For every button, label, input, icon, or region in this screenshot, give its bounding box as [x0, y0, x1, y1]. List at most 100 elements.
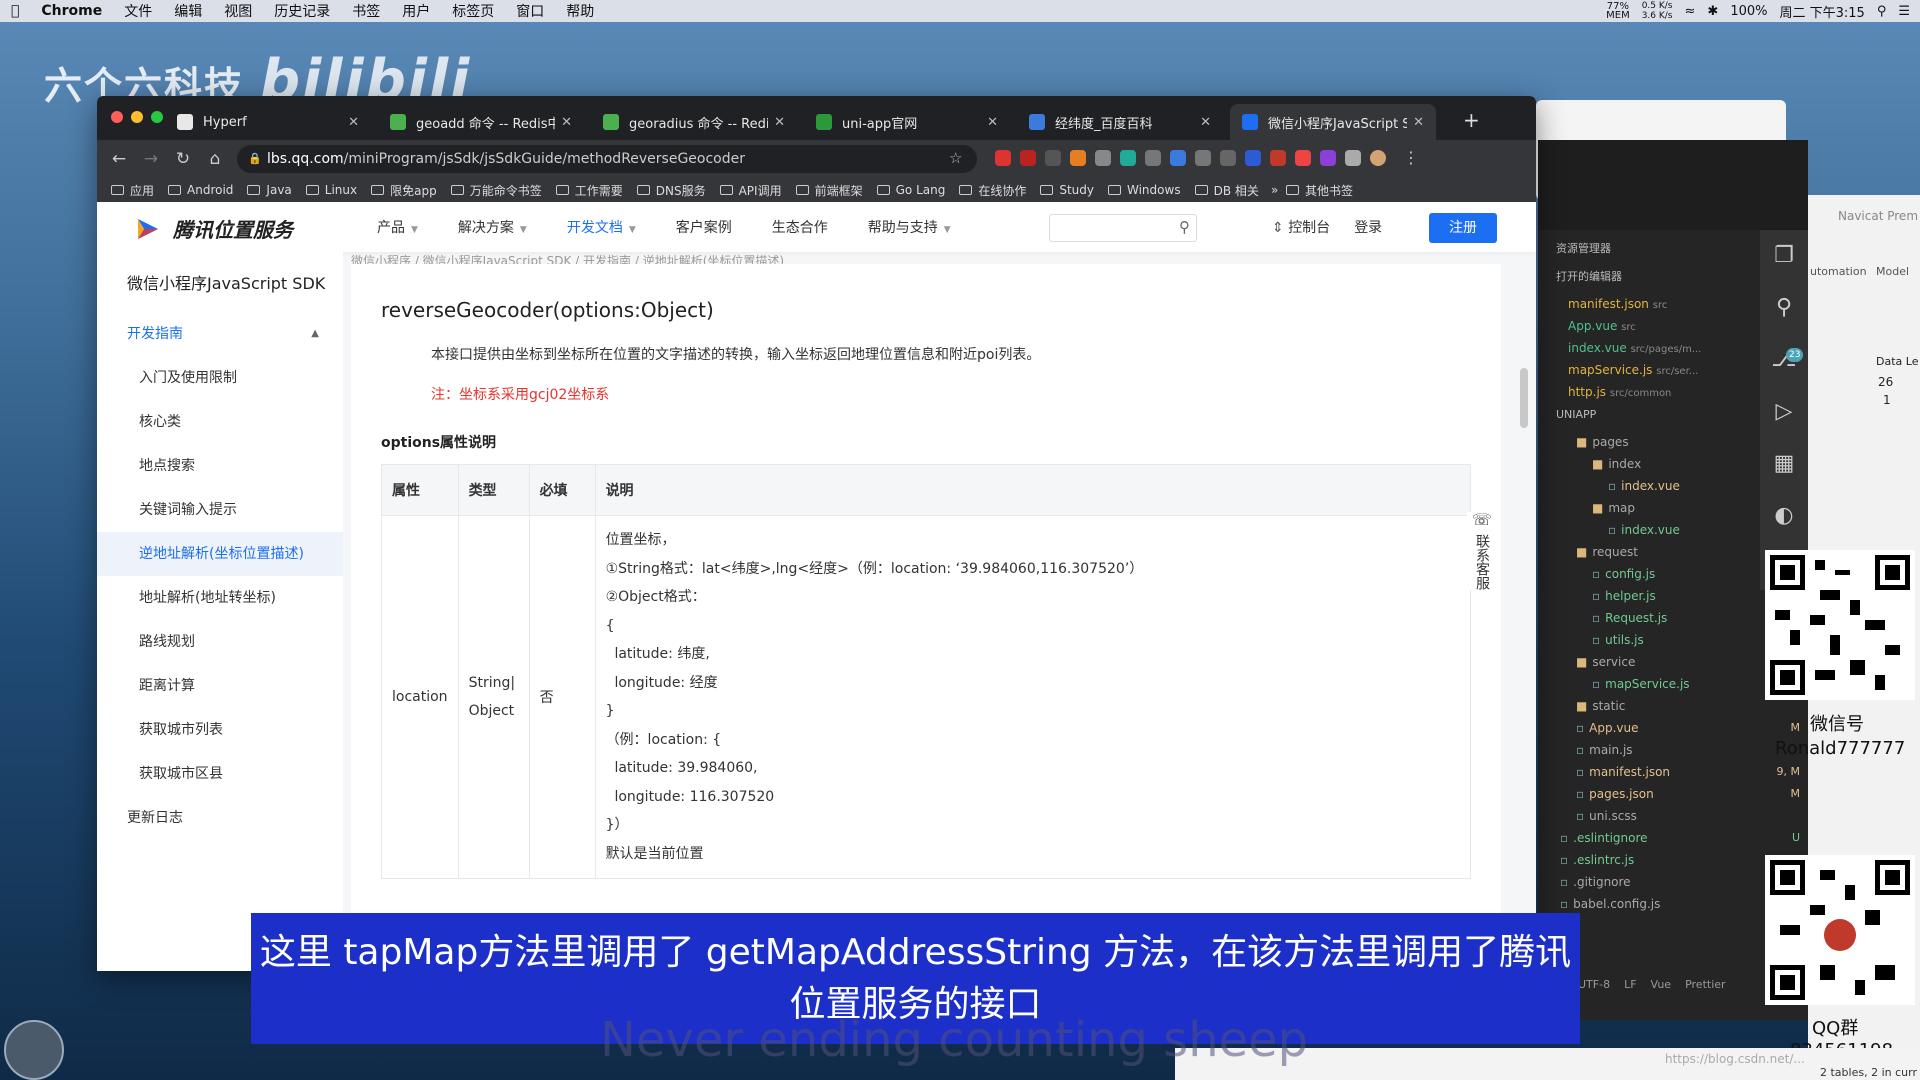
bookmark-item[interactable]: Go Lang: [876, 182, 945, 199]
tree-file[interactable]: ▫ main.js: [1538, 739, 1808, 761]
close-tab-icon[interactable]: ✕: [774, 115, 785, 130]
dropbox-icon[interactable]: [1245, 150, 1261, 166]
nav-item[interactable]: 开发文档 ▼: [567, 217, 636, 237]
timeline-icon[interactable]: ◐: [1760, 490, 1808, 542]
rp-icon[interactable]: [1320, 150, 1336, 166]
close-tab-icon[interactable]: ✕: [348, 115, 359, 130]
minimize-window-button[interactable]: [131, 111, 143, 123]
app-menu[interactable]: Chrome: [41, 3, 102, 19]
tree-file[interactable]: ▫ manifest.json 9, M: [1538, 761, 1808, 783]
browser-tab[interactable]: 微信小程序JavaScript SDK ✕: [1230, 104, 1436, 140]
bookmark-item[interactable]: 应用: [111, 182, 154, 199]
screenshot-icon[interactable]: [1095, 150, 1111, 166]
clock[interactable]: 周二 下午3:15: [1779, 2, 1864, 21]
address-bar[interactable]: 🔒 lbs.qq.com/miniProgram/jsSdk/jsSdkGuide…: [237, 145, 977, 173]
tree-file[interactable]: ▫ uni.scss: [1538, 805, 1808, 827]
bookmark-item[interactable]: Windows: [1108, 182, 1181, 199]
sidebar-item[interactable]: 获取城市区县: [97, 752, 343, 796]
close-tab-icon[interactable]: ✕: [1413, 115, 1424, 130]
menu-people[interactable]: 用户: [402, 1, 430, 21]
search-icon[interactable]: ⚲: [1760, 282, 1808, 334]
sidebar-item[interactable]: 逆地址解析(坐标位置描述): [97, 532, 343, 576]
menu-file[interactable]: 文件: [124, 1, 152, 21]
browser-tab[interactable]: Hyperf ✕: [165, 104, 371, 140]
close-window-button[interactable]: [111, 111, 123, 123]
language-status[interactable]: Vue: [1651, 978, 1672, 1000]
bookmark-item[interactable]: API调用: [719, 182, 782, 199]
translate-icon[interactable]: [1170, 150, 1186, 166]
control-center-icon[interactable]: ☰: [1898, 4, 1910, 19]
bookmark-star-icon[interactable]: ☆: [949, 149, 962, 167]
tree-file[interactable]: ▫ App.vue M: [1538, 717, 1808, 739]
nav-item[interactable]: 生态合作: [772, 217, 828, 237]
nav-item[interactable]: 帮助与支持 ▼: [868, 217, 951, 237]
page-scrollbar[interactable]: [1520, 368, 1528, 428]
eol-status[interactable]: LF: [1624, 978, 1636, 1000]
home-button[interactable]: ⌂: [199, 149, 231, 169]
bookmark-item[interactable]: 工作需要: [555, 182, 623, 199]
extension-icon[interactable]: [1145, 150, 1161, 166]
apple-icon[interactable]: : [11, 3, 19, 19]
menu-help[interactable]: 帮助: [566, 1, 594, 21]
reader-icon[interactable]: [1045, 150, 1061, 166]
graph-icon[interactable]: [1220, 150, 1236, 166]
sidebar-item[interactable]: 路线规划: [97, 620, 343, 664]
menu-bookmarks[interactable]: 书签: [352, 1, 380, 21]
flame-icon[interactable]: [1295, 150, 1311, 166]
bookmark-item[interactable]: 前端框架: [795, 182, 863, 199]
navicat-automation[interactable]: utomation: [1810, 265, 1867, 278]
menu-view[interactable]: 视图: [224, 1, 252, 21]
new-tab-button[interactable]: +: [1463, 108, 1480, 132]
forward-button[interactable]: →: [135, 149, 167, 169]
menu-edit[interactable]: 编辑: [174, 1, 202, 21]
bookmarks-overflow[interactable]: »: [1271, 183, 1278, 197]
contact-support-button[interactable]: ☏ 联系客服: [1467, 512, 1497, 590]
files-icon[interactable]: ❐: [1760, 230, 1808, 282]
puzzle-icon[interactable]: [1345, 150, 1361, 166]
profile-avatar-icon[interactable]: [1370, 150, 1386, 166]
close-tab-icon[interactable]: ✕: [1200, 115, 1211, 130]
search-icon[interactable]: ⚲: [1877, 4, 1887, 19]
sidebar-item[interactable]: 地点搜索: [97, 444, 343, 488]
bookmark-item[interactable]: DB 相关: [1194, 182, 1259, 199]
bookmark-item[interactable]: 万能命令书签: [450, 182, 542, 199]
bookmark-item[interactable]: Java: [247, 182, 292, 199]
bookmark-item[interactable]: Android: [168, 182, 233, 199]
browser-tab[interactable]: uni-app官网 ✕: [804, 104, 1010, 140]
sidebar-item[interactable]: 地址解析(地址转坐标): [97, 576, 343, 620]
encoding-status[interactable]: UTF-8: [1578, 978, 1610, 1000]
nav-item[interactable]: 解决方案 ▼: [458, 217, 527, 237]
battery-level[interactable]: 100%: [1730, 4, 1767, 19]
pinterest-icon[interactable]: [1020, 150, 1036, 166]
back-button[interactable]: ←: [103, 149, 135, 169]
wifi-icon[interactable]: ≈: [1685, 4, 1696, 19]
sidebar-item[interactable]: 入门及使用限制: [97, 356, 343, 400]
sidebar-item[interactable]: 关键词输入提示: [97, 488, 343, 532]
prettier-status[interactable]: Prettier: [1685, 978, 1725, 1000]
bookmark-item[interactable]: 在线协作: [959, 182, 1026, 199]
console-link[interactable]: ⇕ 控制台: [1272, 217, 1330, 237]
site-logo[interactable]: 腾讯位置服务: [135, 214, 293, 243]
login-link[interactable]: 登录: [1354, 217, 1382, 237]
sidebar-item[interactable]: 核心类: [97, 400, 343, 444]
search-icon[interactable]: ⚲: [1179, 218, 1190, 236]
adblock-icon[interactable]: [995, 150, 1011, 166]
vue-devtools-icon[interactable]: [1120, 150, 1136, 166]
tree-file[interactable]: ▫ pages.json M: [1538, 783, 1808, 805]
sidebar-item[interactable]: 距离计算: [97, 664, 343, 708]
sidebar-item-changelog[interactable]: 更新日志: [97, 796, 343, 840]
nav-item[interactable]: 产品 ▼: [377, 217, 418, 237]
reload-button[interactable]: ↻: [167, 149, 199, 169]
bluetooth-icon[interactable]: ✱: [1707, 4, 1718, 19]
menu-history[interactable]: 历史记录: [274, 1, 330, 21]
tree-file[interactable]: ▫ .eslintignore U: [1538, 827, 1808, 849]
close-tab-icon[interactable]: ✕: [561, 115, 572, 130]
browser-tab[interactable]: geoadd 命令 -- Redis中国用 ✕: [378, 104, 584, 140]
extensions-icon[interactable]: ▦: [1760, 438, 1808, 490]
nav-item[interactable]: 客户案例: [676, 217, 732, 237]
source-control-icon[interactable]: ⎇ 23: [1760, 334, 1808, 386]
pen-icon[interactable]: [1195, 150, 1211, 166]
zoom-window-button[interactable]: [151, 111, 163, 123]
close-tab-icon[interactable]: ✕: [987, 115, 998, 130]
chrome-menu-icon[interactable]: ⋮: [1403, 148, 1419, 167]
